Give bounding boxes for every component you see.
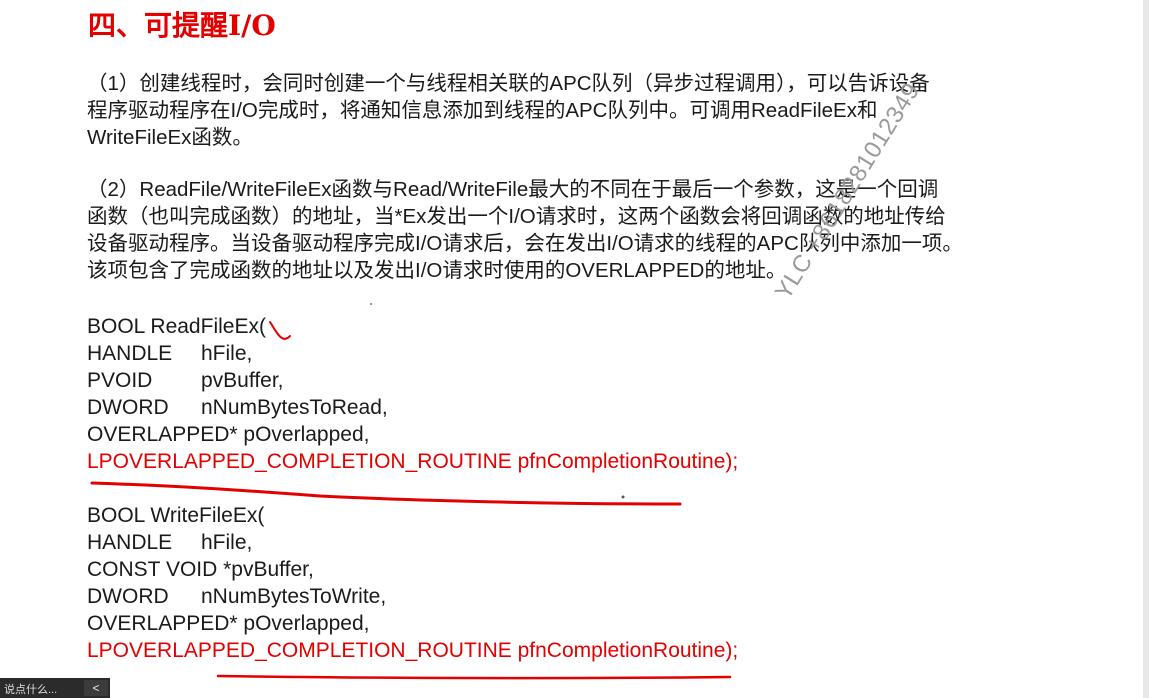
param-type: HANDLE — [87, 342, 173, 365]
paragraph-1-line: WriteFileEx函数。 — [87, 126, 253, 149]
pen-dot — [621, 495, 625, 499]
paragraph-1-line: 程序驱动程序在I/O完成时，将通知信息添加到线程的APC队列中。可调用ReadF… — [87, 99, 878, 122]
comment-bar: 说点什么... < — [0, 678, 110, 698]
code-param: HANDLE hFile, — [87, 340, 738, 367]
param-type: PVOID — [87, 369, 153, 392]
code-signature: BOOL WriteFileEx( — [87, 504, 265, 527]
code-overlapped: OVERLAPPED* pOverlapped, — [87, 612, 370, 635]
pen-underline-1 — [90, 481, 682, 506]
slide-heading: 四、可提醒I/O — [88, 9, 276, 42]
code-overlapped: OVERLAPPED* pOverlapped, — [87, 423, 370, 446]
paragraph-1-line: （1）创建线程时，会同时创建一个与线程相关联的APC队列（异步过程调用），可以告… — [87, 72, 930, 95]
code-param: CONST VOID *pvBuffer, — [87, 558, 314, 581]
param-name: nNumBytesToRead, — [201, 396, 388, 419]
param-name: hFile, — [201, 342, 253, 365]
readfileex-code: BOOL ReadFileEx( HANDLE hFile, PVOID pvBuf… — [87, 313, 738, 475]
code-param: DWORD nNumBytesToWrite, — [87, 583, 738, 610]
code-param: HANDLE hFile, — [87, 529, 738, 556]
code-completion-routine: LPOVERLAPPED_COMPLETION_ROUTINE pfnCompl… — [87, 450, 739, 473]
param-name: hFile, — [201, 531, 253, 554]
slide: 四、可提醒I/O （1）创建线程时，会同时创建一个与线程相关联的APC队列（异步… — [0, 0, 1149, 698]
param-type: HANDLE — [87, 531, 173, 554]
code-completion-routine: LPOVERLAPPED_COMPLETION_ROUTINE pfnCompl… — [87, 639, 739, 662]
scroll-strip — [1143, 0, 1149, 698]
param-name: nNumBytesToWrite, — [201, 585, 387, 608]
pen-dot — [370, 303, 372, 305]
paragraph-1: （1）创建线程时，会同时创建一个与线程相关联的APC队列（异步过程调用），可以告… — [87, 70, 930, 151]
code-param: DWORD nNumBytesToRead, — [87, 394, 738, 421]
param-type: DWORD — [87, 396, 169, 419]
param-type: DWORD — [87, 585, 169, 608]
collapse-button[interactable]: < — [84, 680, 108, 696]
code-param: PVOID pvBuffer, — [87, 367, 738, 394]
pen-underline-2 — [216, 674, 732, 680]
writefileex-code: BOOL WriteFileEx( HANDLE hFile, CONST VOI… — [87, 502, 738, 664]
code-signature: BOOL ReadFileEx( — [87, 315, 266, 338]
comment-input[interactable]: 说点什么... — [4, 681, 57, 697]
paragraph-2-line: 该项包含了完成函数的地址以及发出I/O请求时使用的OVERLAPPED的地址。 — [87, 259, 787, 282]
param-name: pvBuffer, — [201, 369, 284, 392]
